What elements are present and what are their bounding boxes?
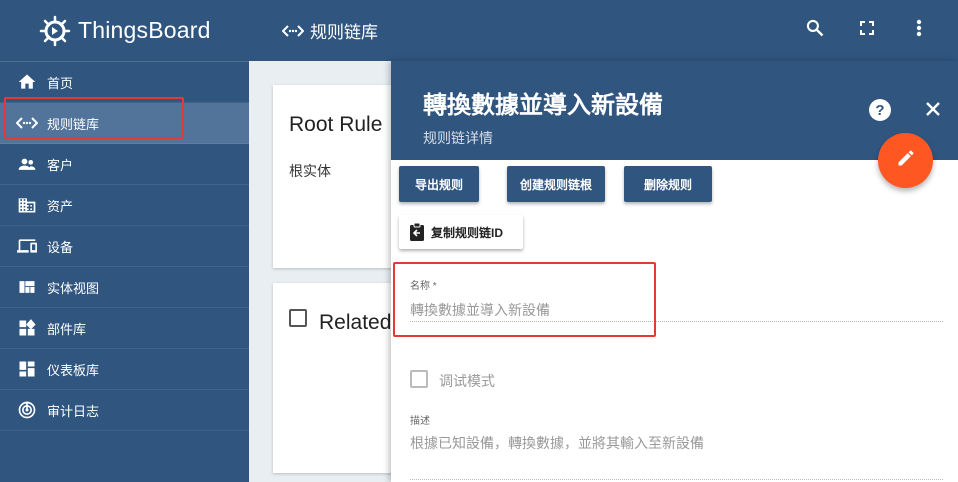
more-vert-icon xyxy=(916,19,922,42)
description-field[interactable]: 根據已知設備，轉換數據，並將其輸入至新設備 xyxy=(410,433,704,453)
sidebar-item-audit-logs[interactable]: 审计日志 xyxy=(0,390,249,431)
clipboard-icon xyxy=(409,223,425,241)
thingsboard-logo-icon xyxy=(36,12,74,50)
debug-mode-checkbox[interactable] xyxy=(410,370,428,388)
help-icon: ? xyxy=(875,101,885,119)
sidebar-item-label: 首页 xyxy=(47,75,74,91)
sidebar-item-label: 设备 xyxy=(47,239,74,255)
breadcrumb-label: 规则链库 xyxy=(310,23,378,42)
app-name: ThingsBoard xyxy=(78,17,211,43)
fullscreen-button[interactable] xyxy=(852,15,882,45)
card-title: Related xyxy=(319,311,392,334)
delete-rule-chain-button[interactable]: 删除规则 xyxy=(624,166,712,202)
description-field-underline xyxy=(410,479,943,480)
panel-subtitle: 规则链详情 xyxy=(423,130,493,146)
make-root-button[interactable]: 创建规则链根 xyxy=(507,166,605,202)
copy-id-label: 复制规则链ID xyxy=(431,225,504,240)
rule-chain-icon xyxy=(282,24,304,38)
home-icon xyxy=(16,71,38,93)
description-field-label: 描述 xyxy=(410,416,430,427)
panel-title: 轉換數據並導入新設備 xyxy=(423,92,663,119)
customers-icon xyxy=(16,153,38,175)
more-menu-button[interactable] xyxy=(904,15,934,45)
sidebar-item-widgets[interactable]: 部件库 xyxy=(0,308,249,349)
search-button[interactable] xyxy=(800,15,830,45)
entity-view-icon xyxy=(16,276,38,298)
card-title: Root Rule xyxy=(289,113,383,136)
sidebar: ThingsBoard 首页 规则链库 客户 资产 设备 实体视图 部件库 仪表… xyxy=(0,0,249,482)
widgets-icon xyxy=(16,317,38,339)
sidebar-item-label: 仪表板库 xyxy=(47,362,100,378)
help-button[interactable]: ? xyxy=(869,99,891,121)
top-toolbar: 规则链库 xyxy=(249,0,958,61)
panel-header: 轉換數據並導入新設備 规则链详情 ? xyxy=(391,61,958,160)
sidebar-item-label: 审计日志 xyxy=(47,403,100,419)
sidebar-item-dashboards[interactable]: 仪表板库 xyxy=(0,349,249,390)
card-subtitle: 根实体 xyxy=(289,163,331,179)
dashboards-icon xyxy=(16,358,38,380)
edit-button[interactable] xyxy=(878,133,933,188)
sidebar-item-entity-views[interactable]: 实体视图 xyxy=(0,267,249,308)
sidebar-item-label: 规则链库 xyxy=(47,116,100,132)
sidebar-item-customers[interactable]: 客户 xyxy=(0,144,249,185)
close-button[interactable] xyxy=(921,99,945,123)
fullscreen-icon xyxy=(859,20,875,41)
name-field-label: 名称 * xyxy=(410,281,437,292)
sidebar-item-assets[interactable]: 资产 xyxy=(0,185,249,226)
sidebar-item-label: 客户 xyxy=(47,157,74,173)
sidebar-item-label: 实体视图 xyxy=(47,280,100,296)
sidebar-item-devices[interactable]: 设备 xyxy=(0,226,249,267)
sidebar-item-home[interactable]: 首页 xyxy=(0,62,249,103)
name-field[interactable]: 轉換數據並導入新設備 xyxy=(410,300,550,320)
logo[interactable]: ThingsBoard xyxy=(0,0,249,61)
select-checkbox[interactable] xyxy=(289,309,307,327)
debug-mode-label: 调试模式 xyxy=(439,373,495,389)
rule-chain-icon xyxy=(16,112,38,134)
name-field-underline xyxy=(410,321,943,322)
devices-icon xyxy=(16,235,38,257)
assets-icon xyxy=(16,194,38,216)
sidebar-item-rule-chains[interactable]: 规则链库 xyxy=(0,103,249,144)
copy-id-button[interactable]: 复制规则链ID xyxy=(399,215,523,249)
sidebar-item-label: 资产 xyxy=(47,198,74,214)
export-rule-chain-button[interactable]: 导出规则 xyxy=(399,166,479,202)
sidebar-item-label: 部件库 xyxy=(47,321,87,337)
close-icon xyxy=(925,101,941,122)
breadcrumb[interactable]: 规则链库 xyxy=(282,18,378,43)
audit-log-icon xyxy=(16,399,38,421)
rule-chain-details-panel: 轉換數據並導入新設備 规则链详情 ? 导出规则 创建规则链根 删除规则 复制规则… xyxy=(391,61,958,482)
sidebar-nav: 首页 规则链库 客户 资产 设备 实体视图 部件库 仪表板库 审计日志 xyxy=(0,62,249,431)
pencil-icon xyxy=(896,148,916,173)
search-icon xyxy=(805,18,825,43)
